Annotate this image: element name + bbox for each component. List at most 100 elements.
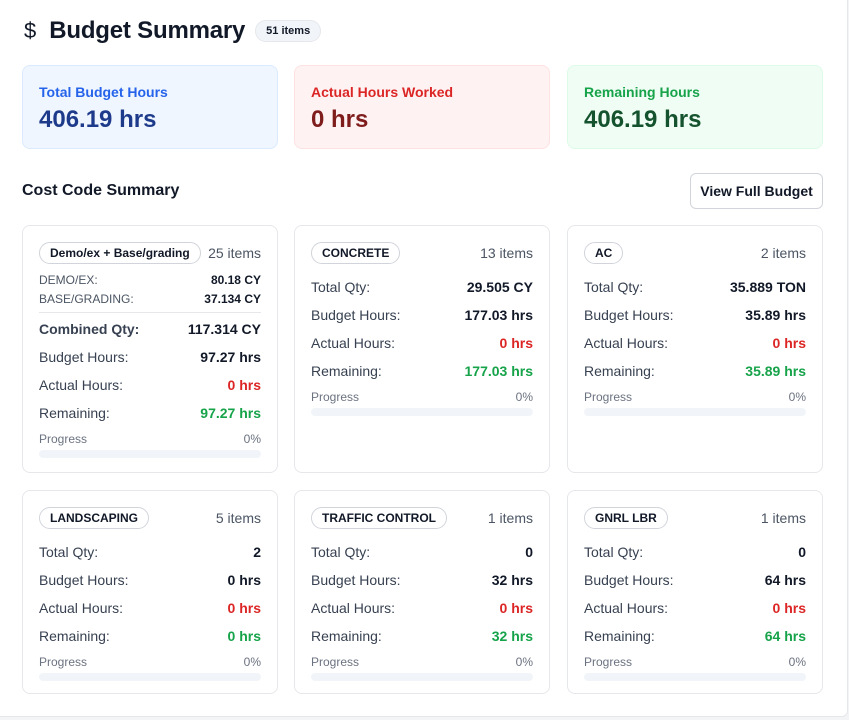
row-label: Budget Hours: [311, 572, 401, 588]
progress-bar [311, 408, 533, 416]
total-qty-row: Total Qty: 2 [39, 538, 261, 566]
total-qty-row: Total Qty: 35.889 TON [584, 273, 806, 301]
row-value: 35.889 TON [729, 279, 806, 295]
sub-qty-row: BASE/GRADING: 37.134 CY [39, 289, 261, 308]
page-title: Budget Summary [49, 17, 246, 44]
actual-hours-row: Actual Hours: 0 hrs [311, 329, 533, 357]
progress-bar [584, 673, 806, 681]
row-label: Remaining: [584, 628, 655, 644]
row-label: Combined Qty: [39, 321, 140, 337]
row-value: 64 hrs [764, 628, 806, 644]
actual-hours-row: Actual Hours: 0 hrs [39, 371, 261, 399]
progress-header: Progress 0% [39, 431, 261, 447]
cost-code-card: Demo/ex + Base/grading 25 items DEMO/EX:… [22, 225, 278, 473]
row-label: Actual Hours: [39, 600, 124, 616]
row-value: 29.505 CY [466, 279, 533, 295]
progress-percent: 0% [788, 655, 806, 669]
row-value: 32 hrs [491, 572, 533, 588]
view-full-budget-button[interactable]: View Full Budget [690, 173, 823, 209]
progress-label: Progress [584, 390, 633, 404]
progress-percent: 0% [515, 655, 533, 669]
cost-code-card: TRAFFIC CONTROL 1 items Total Qty: 0 Bud… [294, 490, 550, 694]
stat-label: Total Budget Hours [39, 84, 168, 100]
progress-label: Progress [311, 655, 360, 669]
remaining-hours-card: Remaining Hours 406.19 hrs [567, 65, 823, 149]
sub-qty-value: 37.134 CY [204, 291, 261, 306]
budget-summary-panel: $ Budget Summary 51 items Total Budget H… [0, 0, 848, 717]
actual-hours-row: Actual Hours: 0 hrs [584, 329, 806, 357]
row-value: 0 [525, 544, 533, 560]
item-count: 2 items [760, 245, 806, 261]
section-title: Cost Code Summary [22, 182, 180, 199]
cost-code-card: CONCRETE 13 items Total Qty: 29.505 CY B… [294, 225, 550, 473]
row-label: Budget Hours: [584, 572, 674, 588]
progress-percent: 0% [515, 390, 533, 404]
progress-bar [311, 673, 533, 681]
budget-hours-row: Budget Hours: 32 hrs [311, 566, 533, 594]
cost-code-card: LANDSCAPING 5 items Total Qty: 2 Budget … [22, 490, 278, 694]
stat-value: 406.19 hrs [584, 106, 702, 133]
item-count: 13 items [480, 245, 533, 261]
progress-label: Progress [39, 432, 88, 446]
item-count: 1 items [487, 510, 533, 526]
sub-qty-label: DEMO/EX: [39, 272, 98, 287]
progress-label: Progress [311, 390, 360, 404]
actual-hours-worked-card: Actual Hours Worked 0 hrs [294, 65, 550, 149]
row-label: Budget Hours: [39, 572, 129, 588]
total-qty-row: Total Qty: 0 [584, 538, 806, 566]
row-value: 64 hrs [764, 572, 806, 588]
budget-hours-row: Budget Hours: 64 hrs [584, 566, 806, 594]
row-label: Actual Hours: [311, 335, 396, 351]
budget-hours-row: Budget Hours: 97.27 hrs [39, 343, 261, 371]
row-label: Actual Hours: [39, 377, 124, 393]
cost-code-pill: LANDSCAPING [39, 507, 150, 529]
row-label: Remaining: [311, 628, 382, 644]
progress-label: Progress [584, 655, 633, 669]
row-value: 0 hrs [772, 600, 806, 616]
combined-qty-row: Combined Qty: 117.314 CY [39, 315, 261, 343]
remaining-row: Remaining: 0 hrs [39, 622, 261, 650]
row-value: 117.314 CY [187, 321, 261, 337]
items-count-badge: 51 items [255, 20, 322, 42]
row-label: Budget Hours: [311, 307, 401, 323]
progress-header: Progress 0% [311, 654, 533, 670]
row-label: Actual Hours: [311, 600, 396, 616]
row-value: 97.27 hrs [200, 405, 261, 421]
row-value: 35.89 hrs [745, 307, 806, 323]
row-label: Remaining: [39, 628, 110, 644]
total-qty-row: Total Qty: 0 [311, 538, 533, 566]
row-value: 0 hrs [227, 572, 261, 588]
row-value: 0 hrs [772, 335, 806, 351]
total-budget-hours-card: Total Budget Hours 406.19 hrs [22, 65, 278, 149]
progress-bar [39, 450, 261, 458]
row-label: Remaining: [39, 405, 110, 421]
row-label: Remaining: [584, 363, 655, 379]
row-value: 0 hrs [499, 600, 533, 616]
row-label: Total Qty: [311, 279, 371, 295]
row-label: Total Qty: [311, 544, 371, 560]
actual-hours-row: Actual Hours: 0 hrs [584, 594, 806, 622]
progress-header: Progress 0% [584, 654, 806, 670]
row-label: Actual Hours: [584, 335, 669, 351]
cost-code-pill: TRAFFIC CONTROL [311, 507, 447, 529]
progress-percent: 0% [243, 432, 261, 446]
item-count: 25 items [208, 245, 261, 261]
cost-code-pill: CONCRETE [311, 242, 401, 264]
row-value: 0 [798, 544, 806, 560]
row-value: 0 hrs [499, 335, 533, 351]
row-value: 0 hrs [227, 377, 261, 393]
row-label: Budget Hours: [584, 307, 674, 323]
stat-value: 406.19 hrs [39, 106, 157, 133]
row-label: Total Qty: [39, 544, 99, 560]
row-value: 35.89 hrs [745, 363, 806, 379]
actual-hours-row: Actual Hours: 0 hrs [311, 594, 533, 622]
cost-code-card: AC 2 items Total Qty: 35.889 TON Budget … [567, 225, 823, 473]
dollar-icon: $ [24, 18, 37, 43]
progress-bar [39, 673, 261, 681]
remaining-row: Remaining: 35.89 hrs [584, 357, 806, 385]
sub-qty-value: 80.18 CY [210, 272, 261, 287]
progress-percent: 0% [788, 390, 806, 404]
sub-qty-label: BASE/GRADING: [39, 291, 134, 306]
budget-hours-row: Budget Hours: 35.89 hrs [584, 301, 806, 329]
header: $ Budget Summary 51 items [24, 16, 322, 46]
